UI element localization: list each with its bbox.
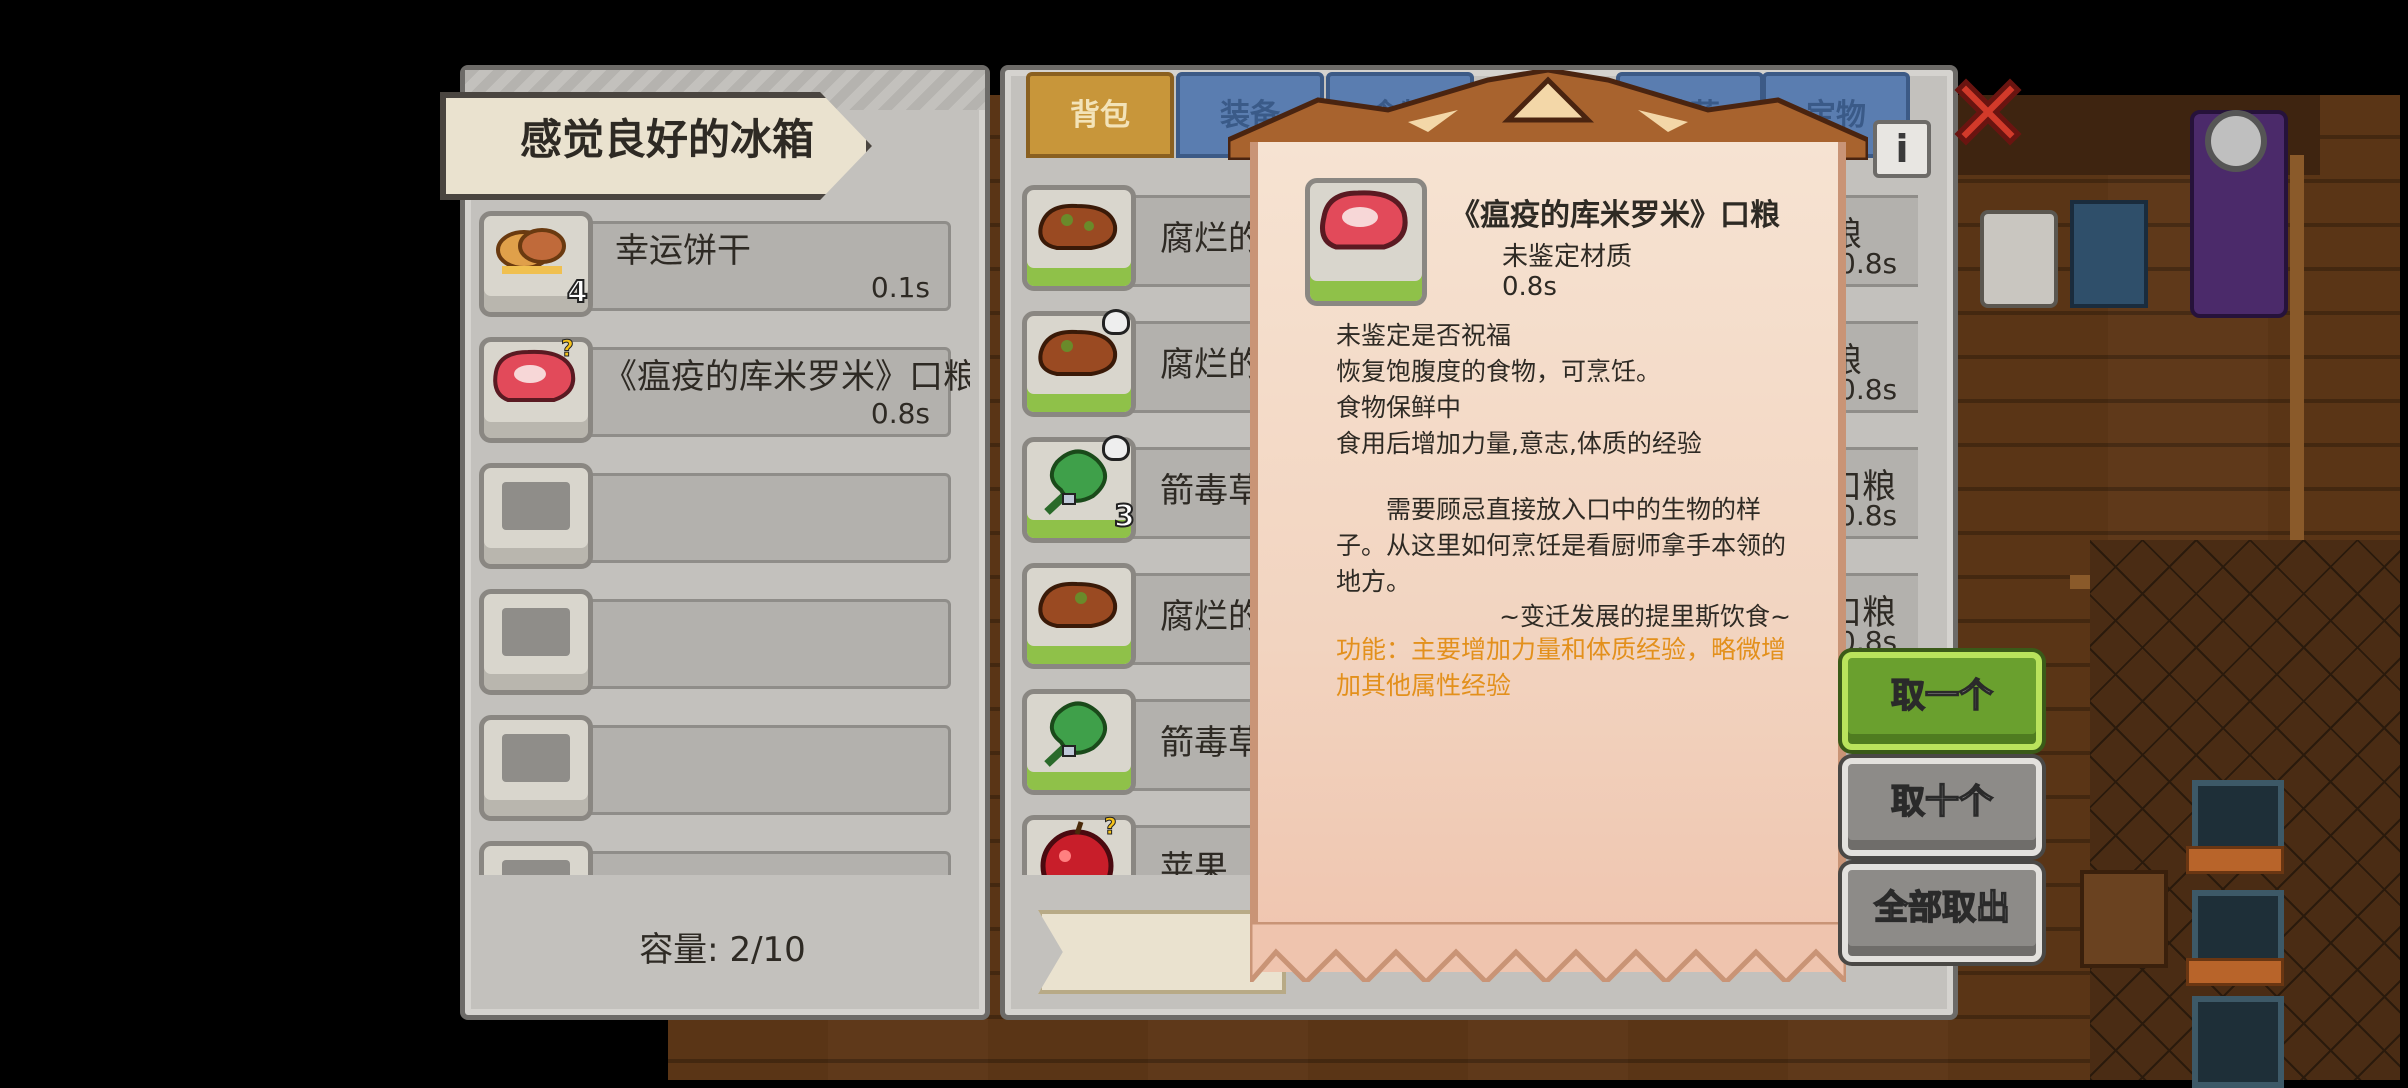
backpack-item-count: 3 (1113, 498, 1136, 535)
empty-slot-icon (479, 463, 593, 569)
empty-slot-icon (479, 841, 593, 875)
fridge-slot-time: 0.8s (870, 397, 930, 430)
room-crate-band (2186, 958, 2284, 986)
backpack-item-time: 0.8s (1838, 499, 1898, 532)
herb-icon (1022, 689, 1136, 795)
room-crate-band (2186, 846, 2284, 874)
fridge-slot-empty[interactable] (475, 583, 970, 695)
fridge-slot-card (565, 473, 951, 563)
tooltip-item-quality: 未鉴定材质 (1502, 242, 1633, 272)
fridge-slot-card (565, 725, 951, 815)
rotten-meat-icon (1022, 563, 1136, 669)
raw-meat-icon (479, 337, 593, 443)
backpack-item-name: 腐烂的 (1160, 345, 1262, 385)
apple-icon (1022, 815, 1136, 875)
fridge-slot-card (565, 851, 951, 875)
fridge-slot[interactable]: 幸运饼干 0.1s 4 (475, 205, 970, 317)
rotten-meat-icon (1022, 185, 1136, 291)
tooltip-flavor-signature: ~变迁发展的提里斯饮食~ (1499, 602, 1791, 631)
take-one-button[interactable]: 取一个 (1842, 652, 2042, 750)
backpack-item-name: 腐烂的 (1160, 597, 1262, 637)
backpack-item-name: 腐烂的 (1160, 219, 1262, 259)
gear-icon (2205, 110, 2267, 172)
take-ten-button[interactable]: 取十个 (1842, 758, 2042, 856)
room-furniture-cabinet (2070, 200, 2148, 308)
empty-slot-icon (479, 589, 593, 695)
tooltip-function-text: 功能：主要增加力量和体质经验，略微增加其他属性经验 (1336, 635, 1787, 700)
backpack-item-name: 箭毒草 (1160, 471, 1262, 511)
fridge-slot[interactable]: ? 《瘟疫的库米罗米》口粮 0.8s (475, 331, 970, 443)
backpack-item-time: 0.8s (1838, 373, 1898, 406)
skull-icon (1102, 309, 1130, 335)
tooltip-line: 食用后增加力量,意志,体质的经验 (1336, 429, 1702, 458)
tooltip-flavor-text: 需要顾忌直接放入口中的生物的样子。从这里如何烹饪是看厨师拿手本领的地方。 (1336, 495, 1787, 596)
close-button[interactable] (1948, 72, 2028, 152)
tooltip-line: 食物保鲜中 (1336, 393, 1462, 422)
close-icon (1954, 78, 2022, 146)
fridge-capacity: 容量: 2/10 (639, 930, 806, 970)
fridge-slot-empty[interactable] (475, 709, 970, 821)
raw-meat-icon (1305, 178, 1427, 306)
fridge-slot-time: 0.1s (870, 271, 930, 304)
fridge-slot-empty[interactable] (475, 457, 970, 569)
question-mark-icon: ? (561, 337, 575, 363)
fridge-slot-name: 《瘟疫的库米罗米》口粮 (603, 357, 970, 397)
tooltip-line: 未鉴定是否祝福 (1336, 321, 1512, 350)
tooltip-item-time: 0.8s (1502, 272, 1557, 302)
fridge-slot-count: 4 (566, 274, 589, 311)
fridge-item-list[interactable]: 幸运饼干 0.1s 4 ? 《瘟疫的库米罗米》口粮 0.8s (475, 205, 970, 875)
question-mark-icon: ? (1104, 815, 1118, 841)
skull-icon (1102, 435, 1130, 461)
fridge-slot-empty[interactable] (475, 835, 970, 875)
backpack-bottom-ribbon (1038, 910, 1286, 994)
backpack-item-time: 0.8s (1838, 247, 1898, 280)
tooltip-line: 恢复饱腹度的食物，可烹饪。 (1336, 357, 1662, 386)
fridge-slot-card (565, 599, 951, 689)
screen-edge (2400, 95, 2408, 1080)
tooltip-item-name: 《瘟疫的库米罗米》口粮 (1450, 198, 1780, 233)
tab-backpack[interactable]: 背包 (1026, 72, 1174, 158)
tooltip-zigzag-border (1250, 922, 1846, 982)
fridge-slot-name: 幸运饼干 (615, 231, 751, 271)
room-furniture-vase (1980, 210, 2058, 308)
info-button[interactable]: i (1873, 120, 1931, 178)
fridge-title: 感觉良好的冰箱 (520, 115, 815, 164)
room-crate (2192, 996, 2284, 1088)
room-shelf (2080, 870, 2168, 968)
backpack-item-name: 苹果 (1160, 849, 1228, 875)
empty-slot-icon (479, 715, 593, 821)
take-all-button[interactable]: 全部取出 (1842, 864, 2042, 962)
backpack-item-name: 箭毒草 (1160, 723, 1262, 763)
